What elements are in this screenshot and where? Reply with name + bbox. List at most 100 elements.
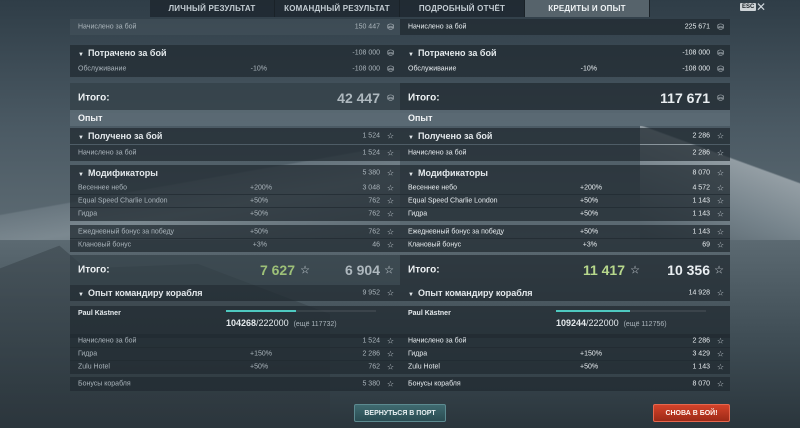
xp-earned-row: Начислено за бой 1 524 ☆ bbox=[70, 145, 400, 161]
credits-total-row: Итого: 117 671 ⛁ bbox=[400, 83, 730, 113]
star-icon: ☆ bbox=[716, 227, 724, 237]
star-icon: ☆ bbox=[716, 168, 724, 178]
tab-team-result[interactable]: КОМАНДНЫЙ РЕЗУЛЬТАТ bbox=[275, 0, 400, 17]
modifier-row: Клановый бонус +3% 46 ☆ bbox=[70, 238, 400, 252]
modifier-row: Гидра +50% 762 ☆ bbox=[70, 207, 400, 221]
modifier-row: Equal Speed Charlie London +50% 762 ☆ bbox=[70, 194, 400, 208]
tab-detailed-report[interactable]: ПОДРОБНЫЙ ОТЧЁТ bbox=[400, 0, 525, 17]
triangle-down-icon: ▼ bbox=[408, 135, 414, 141]
esc-key-hint: ESC bbox=[740, 3, 757, 11]
commander-name: Paul Kästner bbox=[78, 310, 121, 317]
modifier-row: Весеннее небо +200% 3 048 ☆ bbox=[70, 181, 400, 195]
credits-spent-row[interactable]: ▼ Потрачено за бой -108 000 ⛁ bbox=[70, 45, 400, 61]
xp-earned-row: Начислено за бой 2 286 ☆ bbox=[400, 145, 730, 161]
commander-xp-row[interactable]: ▼ Опыт командиру корабля 14 928 ☆ bbox=[400, 285, 730, 301]
triangle-down-icon: ▼ bbox=[78, 172, 84, 178]
star-icon: ☆ bbox=[716, 196, 724, 206]
modifier-row: Equal Speed Charlie London +50% 1 143 ☆ bbox=[400, 194, 730, 208]
star-icon: ☆ bbox=[386, 148, 394, 158]
star-icon: ☆ bbox=[716, 349, 724, 359]
coin-icon: ⛁ bbox=[387, 93, 394, 103]
star-icon: ☆ bbox=[386, 209, 394, 219]
triangle-down-icon: ▼ bbox=[408, 172, 414, 178]
star-icon: ☆ bbox=[384, 264, 394, 277]
star-icon: ☆ bbox=[716, 131, 724, 141]
xp-section-header: Опыт bbox=[70, 110, 400, 126]
commander-name: Paul Kästner bbox=[408, 310, 451, 317]
maintenance-row: Обслуживание -10% -108 000 ⛁ bbox=[70, 61, 400, 77]
coin-icon: ⛁ bbox=[717, 64, 724, 74]
ship-bonus-row: Бонусы корабля 5 380 ☆ bbox=[70, 377, 400, 391]
modifier-row: Ежедневный бонус за победу +50% 762 ☆ bbox=[70, 225, 400, 239]
modifier-row: Гидра +50% 1 143 ☆ bbox=[400, 207, 730, 221]
star-icon: ☆ bbox=[716, 183, 724, 193]
star-icon: ☆ bbox=[386, 362, 394, 372]
standard-results-column: Начислено за бой 150 447 ⛁ ▼ Потрачено за… bbox=[70, 19, 400, 403]
star-icon: ☆ bbox=[386, 336, 394, 346]
xp-section-header: Опыт bbox=[400, 110, 730, 126]
coin-icon: ⛁ bbox=[717, 93, 724, 103]
xp-received-row[interactable]: ▼ Получено за бой 1 524 ☆ bbox=[70, 128, 400, 144]
credits-spent-row[interactable]: ▼ Потрачено за бой -108 000 ⛁ bbox=[400, 45, 730, 61]
commander-xp-bar bbox=[226, 310, 296, 312]
ship-bonus-row: Бонусы корабля 8 070 ☆ bbox=[400, 377, 730, 391]
credits-earned-row: Начислено за бой 225 671 ⛁ bbox=[400, 19, 730, 35]
commander-xp-progress: 104268/222000 (ещё 117732) bbox=[226, 318, 337, 328]
star-icon: ☆ bbox=[716, 379, 724, 389]
xp-total-row: Итого: 11 417 ☆ 10 356 ☆ bbox=[400, 255, 730, 285]
modifier-row: Весеннее небо +200% 4 572 ☆ bbox=[400, 181, 730, 195]
commander-xp-detail-row: Гидра +150% 2 286 ☆ bbox=[70, 347, 400, 361]
xp-total-row: Итого: 7 627 ☆ 6 904 ☆ bbox=[70, 255, 400, 285]
maintenance-row: Обслуживание -10% -108 000 ⛁ bbox=[400, 61, 730, 77]
return-to-port-button[interactable]: ВЕРНУТЬСЯ В ПОРТ bbox=[354, 404, 446, 422]
tab-personal-result[interactable]: ЛИЧНЫЙ РЕЗУЛЬТАТ bbox=[150, 0, 275, 17]
star-icon: ☆ bbox=[386, 183, 394, 193]
commander-xp-bar bbox=[556, 310, 630, 312]
triangle-down-icon: ▼ bbox=[78, 292, 84, 298]
star-icon: ☆ bbox=[386, 131, 394, 141]
coin-icon: ⛁ bbox=[717, 22, 724, 32]
star-icon: ☆ bbox=[386, 196, 394, 206]
modifier-row: Клановый бонус +3% 69 ☆ bbox=[400, 238, 730, 252]
star-icon: ☆ bbox=[714, 264, 724, 277]
star-icon: ☆ bbox=[386, 379, 394, 389]
coin-icon: ⛁ bbox=[387, 22, 394, 32]
results-tabs: ЛИЧНЫЙ РЕЗУЛЬТАТ КОМАНДНЫЙ РЕЗУЛЬТАТ ПОД… bbox=[150, 0, 650, 17]
star-icon: ☆ bbox=[716, 362, 724, 372]
triangle-down-icon: ▼ bbox=[78, 52, 84, 58]
xp-received-row[interactable]: ▼ Получено за бой 2 286 ☆ bbox=[400, 128, 730, 144]
star-icon: ☆ bbox=[386, 227, 394, 237]
premium-results-column: Начислено за бой 225 671 ⛁ ▼ Потрачено за… bbox=[400, 19, 730, 403]
commander-xp-row[interactable]: ▼ Опыт командиру корабля 9 952 ☆ bbox=[70, 285, 400, 301]
credits-earned-row: Начислено за бой 150 447 ⛁ bbox=[70, 19, 400, 35]
commander-xp-detail-row: Гидра +150% 3 429 ☆ bbox=[400, 347, 730, 361]
modifiers-row[interactable]: ▼ Модификаторы 8 070 ☆ bbox=[400, 165, 730, 181]
star-icon: ☆ bbox=[386, 349, 394, 359]
commander-xp-progress: 109244/222000 (ещё 112756) bbox=[556, 318, 667, 328]
commander-xp-detail-row: Zulu Hotel +50% 762 ☆ bbox=[70, 360, 400, 374]
star-icon: ☆ bbox=[716, 288, 724, 298]
star-icon: ☆ bbox=[716, 209, 724, 219]
commander-xp-detail-row: Начислено за бой 1 524 ☆ bbox=[70, 334, 400, 348]
modifier-row: Ежедневный бонус за победу +50% 1 143 ☆ bbox=[400, 225, 730, 239]
coin-icon: ⛁ bbox=[387, 64, 394, 74]
star-icon: ☆ bbox=[300, 264, 310, 277]
triangle-down-icon: ▼ bbox=[408, 292, 414, 298]
tab-credits-and-xp[interactable]: КРЕДИТЫ И ОПЫТ bbox=[525, 0, 650, 17]
star-icon: ☆ bbox=[386, 168, 394, 178]
star-icon: ☆ bbox=[386, 240, 394, 250]
modifiers-row[interactable]: ▼ Модификаторы 5 380 ☆ bbox=[70, 165, 400, 181]
triangle-down-icon: ▼ bbox=[78, 135, 84, 141]
triangle-down-icon: ▼ bbox=[408, 52, 414, 58]
star-icon: ☆ bbox=[630, 264, 640, 277]
star-icon: ☆ bbox=[716, 148, 724, 158]
commander-xp-detail-row: Zulu Hotel +50% 1 143 ☆ bbox=[400, 360, 730, 374]
battle-again-button[interactable]: СНОВА В БОЙ! bbox=[653, 404, 730, 422]
close-icon[interactable]: ✕ bbox=[756, 0, 766, 14]
commander-xp-detail-row: Начислено за бой 2 286 ☆ bbox=[400, 334, 730, 348]
coin-icon: ⛁ bbox=[387, 48, 394, 58]
star-icon: ☆ bbox=[386, 288, 394, 298]
star-icon: ☆ bbox=[716, 336, 724, 346]
coin-icon: ⛁ bbox=[717, 48, 724, 58]
star-icon: ☆ bbox=[716, 240, 724, 250]
